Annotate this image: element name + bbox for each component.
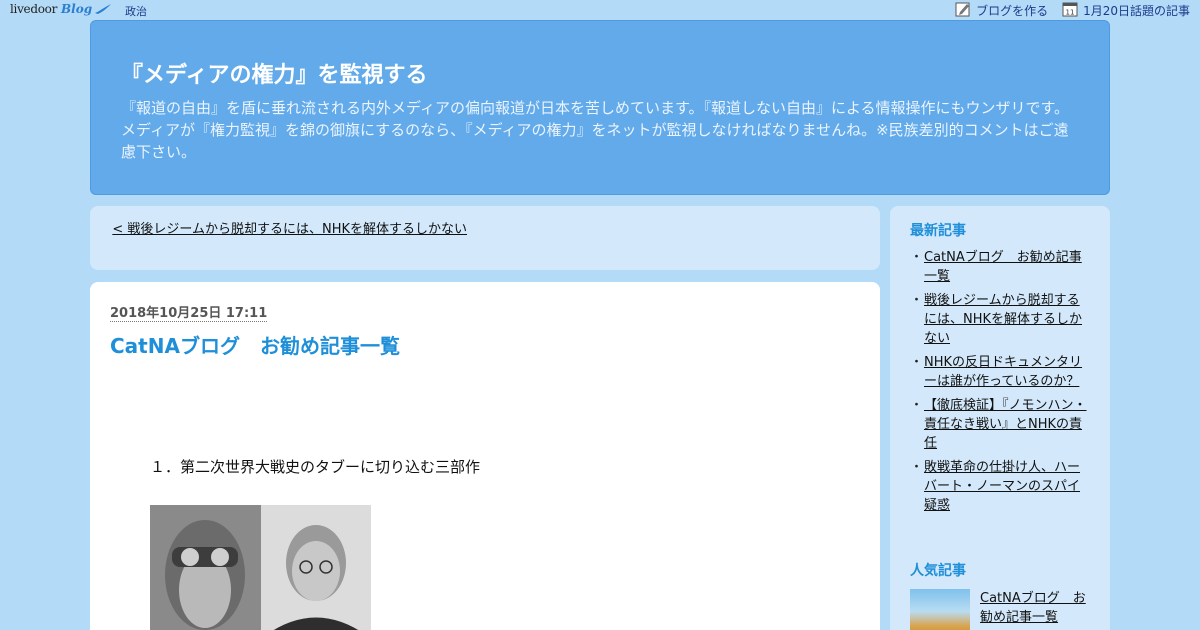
calendar-day: 11 [1066, 9, 1075, 17]
popular-articles-heading: 人気記事 [910, 563, 966, 579]
post-title[interactable]: CatNAブログ お勧め記事一覧 [110, 330, 400, 359]
photo-aviator [150, 505, 261, 630]
trending-articles-link[interactable]: 11 1月20日話題の記事 [1062, 1, 1190, 20]
bullet: ・ [910, 355, 924, 370]
popular-article-link[interactable]: CatNAブログ お勧め記事一覧 [980, 589, 1090, 630]
pencil-icon [955, 1, 971, 20]
site-title[interactable]: 『メディアの権力』を監視する [121, 57, 427, 89]
latest-articles-list: ・ CatNAブログ お勧め記事一覧 ・戦後レジームから脱却するには、NHKを解体… [910, 248, 1090, 520]
calendar-icon: 11 [1062, 1, 1078, 20]
sidebar: 最新記事 ・ CatNAブログ お勧め記事一覧 ・戦後レジームから脱却するには、N… [890, 206, 1110, 630]
article: 2018年10月25日 17:11 CatNAブログ お勧め記事一覧 １．第二次… [90, 282, 880, 630]
create-blog-link[interactable]: ブログを作る [955, 1, 1048, 20]
blog-header: 『メディアの権力』を監視する 『報道の自由』を盾に垂れ流される内外メディアの偏向… [90, 20, 1110, 195]
latest-article-link[interactable]: 戦後レジームから脱却するには、NHKを解体するしかない [924, 291, 1090, 348]
latest-article-link[interactable]: NHKの反日ドキュメンタリーは誰が作っているのか？ [924, 353, 1090, 391]
logo-brand: livedoor [10, 2, 58, 16]
list-item: ・ NHKの反日ドキュメンタリーは誰が作っているのか？ [910, 353, 1090, 391]
post-date[interactable]: 2018年10月25日 17:11 [110, 302, 268, 322]
trending-label: 1月20日話題の記事 [1083, 4, 1190, 18]
latest-articles-heading: 最新記事 [910, 223, 966, 239]
bullet: ・ [910, 460, 924, 475]
top-bar: livedoor Blog 政治 ブログを作る 11 1月20日話題の記事 [0, 0, 1200, 20]
create-blog-label: ブログを作る [976, 4, 1049, 18]
list-item: ・【徹底検証】『ノモンハン・責任なき戦い』とNHKの責任 [910, 396, 1090, 453]
livedoor-blog-logo[interactable]: livedoor Blog [10, 1, 112, 17]
list-item: ・敗戦革命の仕掛け人、ハーバート・ノーマンのスパイ疑惑 [910, 458, 1090, 515]
site-description: 『報道の自由』を盾に垂れ流される内外メディアの偏向報道が日本を苦しめています。『… [121, 99, 1070, 161]
list-item: ・ CatNAブログ お勧め記事一覧 [910, 248, 1090, 286]
photo-portrait [261, 505, 371, 630]
bullet: ・ [910, 293, 924, 308]
popular-article-thumbnail[interactable] [910, 589, 970, 630]
logo-blog: Blog [61, 2, 93, 16]
latest-article-link[interactable]: CatNAブログ お勧め記事一覧 [924, 248, 1090, 286]
list-item: ・戦後レジームから脱却するには、NHKを解体するしかない [910, 291, 1090, 348]
bullet: ・ [910, 398, 924, 413]
popular-article[interactable]: CatNAブログ お勧め記事一覧 [910, 589, 1090, 630]
article-photo[interactable] [150, 505, 371, 630]
latest-article-link[interactable]: 【徹底検証】『ノモンハン・責任なき戦い』とNHKの責任 [924, 396, 1090, 453]
bird-icon [94, 0, 112, 19]
bullet: ・ [910, 250, 924, 265]
previous-post-nav: < 戦後レジームから脱却するには、NHKを解体するしかない [90, 206, 880, 270]
category-link[interactable]: 政治 [125, 3, 147, 19]
section-heading: １．第二次世界大戦史のタブーに切り込む三部作 [150, 458, 481, 476]
previous-post-link[interactable]: < 戦後レジームから脱却するには、NHKを解体するしかない [102, 220, 467, 239]
latest-article-link[interactable]: 敗戦革命の仕掛け人、ハーバート・ノーマンのスパイ疑惑 [924, 458, 1090, 515]
